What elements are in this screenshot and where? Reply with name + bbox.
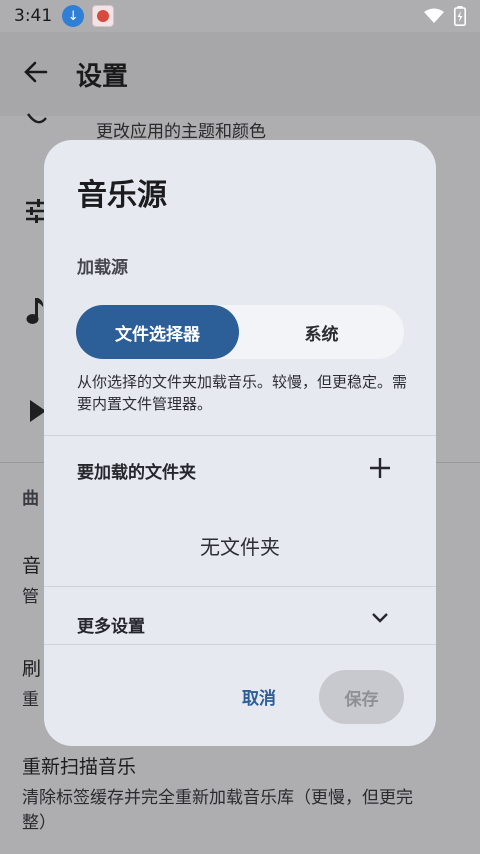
app-notification-icon: [92, 5, 115, 27]
app-bar: 设置: [0, 32, 480, 116]
dialog-divider: [44, 644, 436, 645]
page-title: 设置: [76, 62, 129, 92]
system-option[interactable]: 系统: [239, 305, 404, 359]
save-button[interactable]: 保存: [319, 670, 404, 724]
load-source-toggle: 文件选择器 系统: [76, 305, 404, 359]
no-folders-text: 无文件夹: [200, 535, 280, 559]
dialog-divider: [44, 435, 436, 436]
setting-title-fragment[interactable]: 音: [22, 551, 41, 578]
file-picker-option[interactable]: 文件选择器: [76, 305, 239, 359]
wifi-icon: [424, 8, 444, 23]
setting-subtitle-fragment: 管: [22, 587, 39, 607]
music-note-icon[interactable]: [26, 298, 44, 326]
status-bar: 3:41 ↓: [0, 0, 480, 32]
music-source-dialog: 音乐源 加载源 文件选择器 系统 从你选择的文件夹加载音乐。较慢，但更稳定。需要…: [44, 140, 436, 746]
dialog-divider: [44, 586, 436, 587]
cancel-button[interactable]: 取消: [242, 684, 276, 709]
more-settings-label[interactable]: 更多设置: [77, 612, 145, 637]
rescan-music-title[interactable]: 重新扫描音乐: [22, 752, 136, 779]
dialog-title: 音乐源: [77, 178, 167, 213]
battery-icon: [454, 6, 466, 26]
status-time: 3:41: [14, 6, 53, 26]
setting-subtitle-fragment: 重: [22, 690, 39, 710]
rescan-music-subtitle: 清除标签缓存并完全重新加载音乐库（更慢，但更完: [22, 788, 413, 808]
palette-icon: [27, 113, 47, 124]
folders-label: 要加载的文件夹: [77, 463, 196, 483]
back-arrow-icon[interactable]: [22, 58, 50, 86]
equalizer-icon[interactable]: [26, 198, 46, 224]
rescan-music-subtitle-cont: 整）: [22, 813, 56, 833]
setting-title-fragment[interactable]: 刷: [22, 654, 41, 681]
chevron-down-icon[interactable]: [372, 613, 388, 623]
download-icon: ↓: [62, 5, 85, 27]
load-source-label: 加载源: [77, 258, 128, 278]
source-description: 从你选择的文件夹加载音乐。较慢，但更稳定。需要内置文件管理器。: [77, 373, 408, 413]
theme-setting-subtitle: 更改应用的主题和颜色: [96, 122, 266, 142]
add-icon[interactable]: [370, 458, 390, 478]
section-header-fragment: 曲: [22, 489, 39, 509]
